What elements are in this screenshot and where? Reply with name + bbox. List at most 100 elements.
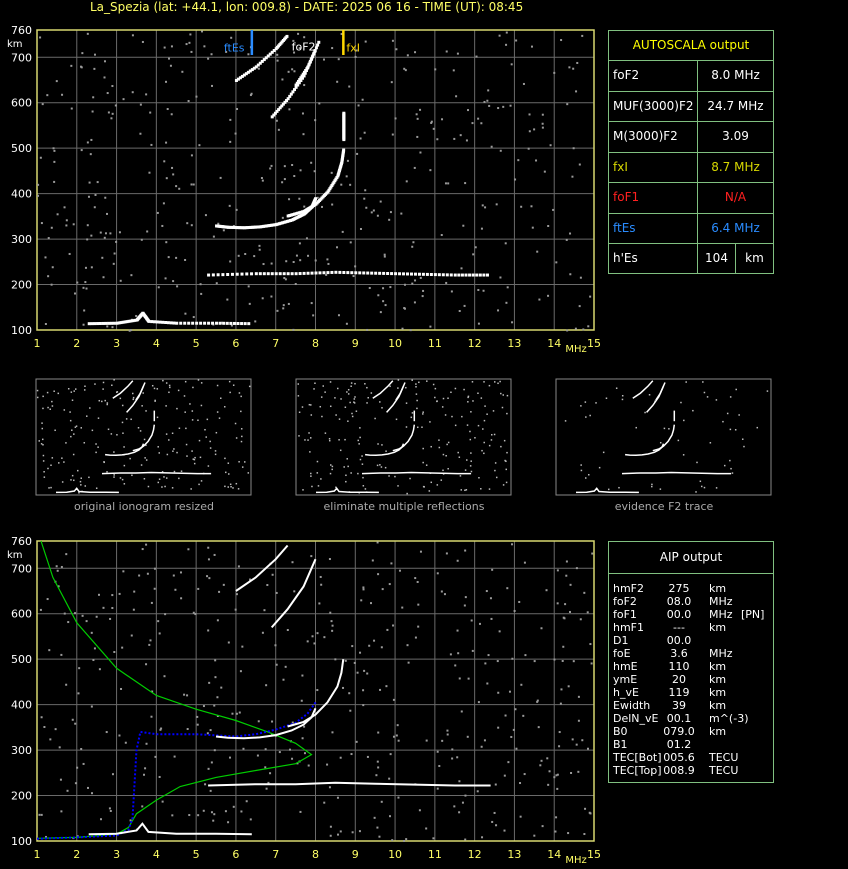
noise-dot: [42, 460, 45, 462]
noise-dot: [464, 794, 467, 797]
autoscala-key: fxI: [609, 152, 698, 182]
noise-dot: [131, 34, 134, 37]
noise-dot: [260, 177, 263, 180]
noise-dot: [409, 329, 412, 332]
noise-dot: [683, 419, 685, 422]
noise-dot: [303, 36, 306, 39]
noise-dot: [292, 261, 295, 264]
noise-dot: [502, 394, 504, 396]
noise-dot: [580, 469, 583, 472]
aip-cell: DelN_vE: [613, 712, 659, 725]
noise-dot: [305, 237, 308, 240]
noise-dot: [495, 203, 498, 206]
noise-dot: [453, 805, 456, 808]
noise-dot: [538, 298, 541, 301]
noise-dot: [214, 676, 217, 679]
noise-dot: [353, 401, 355, 403]
trace-point: [429, 273, 433, 276]
noise-dot: [492, 410, 495, 412]
noise-dot: [405, 180, 408, 183]
trace-point: [203, 321, 207, 325]
noise-dot: [482, 428, 484, 430]
noise-dot: [572, 147, 575, 150]
aip-cell: [741, 673, 771, 686]
noise-dot: [42, 395, 44, 398]
y-tick-label: 200: [11, 790, 32, 803]
noise-dot: [382, 300, 385, 303]
caption-original: original ionogram resized: [74, 500, 214, 513]
noise-dot: [406, 54, 409, 57]
noise-dot: [49, 408, 51, 410]
noise-dot: [112, 262, 115, 265]
noise-dot: [227, 821, 230, 824]
noise-dot: [756, 426, 759, 429]
noise-dot: [336, 80, 339, 83]
noise-dot: [379, 200, 382, 203]
noise-dot: [328, 437, 331, 440]
noise-dot: [377, 294, 380, 297]
trace-point: [457, 273, 461, 277]
noise-dot: [302, 489, 304, 491]
autoscala-row: foF2 8.0 MHz: [609, 61, 773, 92]
noise-dot: [184, 380, 187, 383]
noise-dot: [322, 385, 324, 387]
noise-dot: [86, 238, 89, 241]
noise-dot: [240, 428, 243, 430]
noise-dot: [189, 403, 191, 405]
noise-dot: [42, 444, 44, 446]
noise-dot: [548, 770, 551, 773]
trace-point: [478, 273, 482, 277]
noise-dot: [298, 435, 300, 437]
noise-dot: [414, 51, 417, 54]
noise-dot: [276, 53, 279, 56]
noise-dot: [226, 298, 229, 301]
autoscala-unit: km: [745, 251, 764, 265]
noise-dot: [465, 139, 468, 142]
noise-dot: [360, 599, 363, 602]
noise-dot: [444, 414, 447, 416]
noise-dot: [313, 170, 316, 173]
noise-dot: [587, 325, 590, 328]
aip-cell: B1: [613, 738, 628, 751]
noise-dot: [298, 197, 301, 200]
noise-dot: [130, 418, 132, 421]
noise-dot: [390, 562, 393, 565]
noise-dot: [391, 39, 394, 42]
noise-dot: [301, 406, 304, 408]
noise-dot: [392, 624, 395, 627]
noise-dot: [69, 411, 71, 413]
noise-dot: [72, 453, 75, 456]
noise-dot: [219, 176, 222, 179]
noise-dot: [474, 437, 476, 439]
noise-dot: [70, 435, 72, 438]
noise-dot: [201, 30, 204, 33]
noise-dot: [368, 286, 371, 289]
noise-dot: [200, 382, 203, 384]
noise-dot: [153, 387, 156, 390]
aip-cell: MHz: [709, 647, 733, 660]
aip-row: Ewidth 39 km: [609, 699, 773, 712]
noise-dot: [480, 745, 483, 748]
noise-dot: [168, 439, 170, 441]
x-tick-label: 9: [352, 337, 359, 350]
noise-dot: [497, 726, 500, 729]
noise-dot: [71, 718, 74, 721]
noise-dot: [42, 454, 45, 457]
noise-dot: [484, 662, 487, 665]
noise-dot: [451, 415, 453, 418]
noise-dot: [149, 111, 152, 114]
noise-dot: [584, 477, 587, 479]
noise-dot: [446, 733, 449, 736]
noise-dot: [558, 731, 561, 734]
aip-cell: ---: [673, 621, 685, 634]
noise-dot: [74, 292, 77, 295]
noise-dot: [421, 295, 424, 298]
noise-dot: [308, 403, 311, 406]
noise-dot: [247, 285, 250, 288]
noise-dot: [86, 141, 89, 144]
noise-dot: [91, 429, 94, 432]
noise-dot: [344, 438, 346, 441]
trace-point: [235, 272, 239, 276]
series-line: [36, 701, 317, 840]
noise-dot: [235, 593, 238, 596]
